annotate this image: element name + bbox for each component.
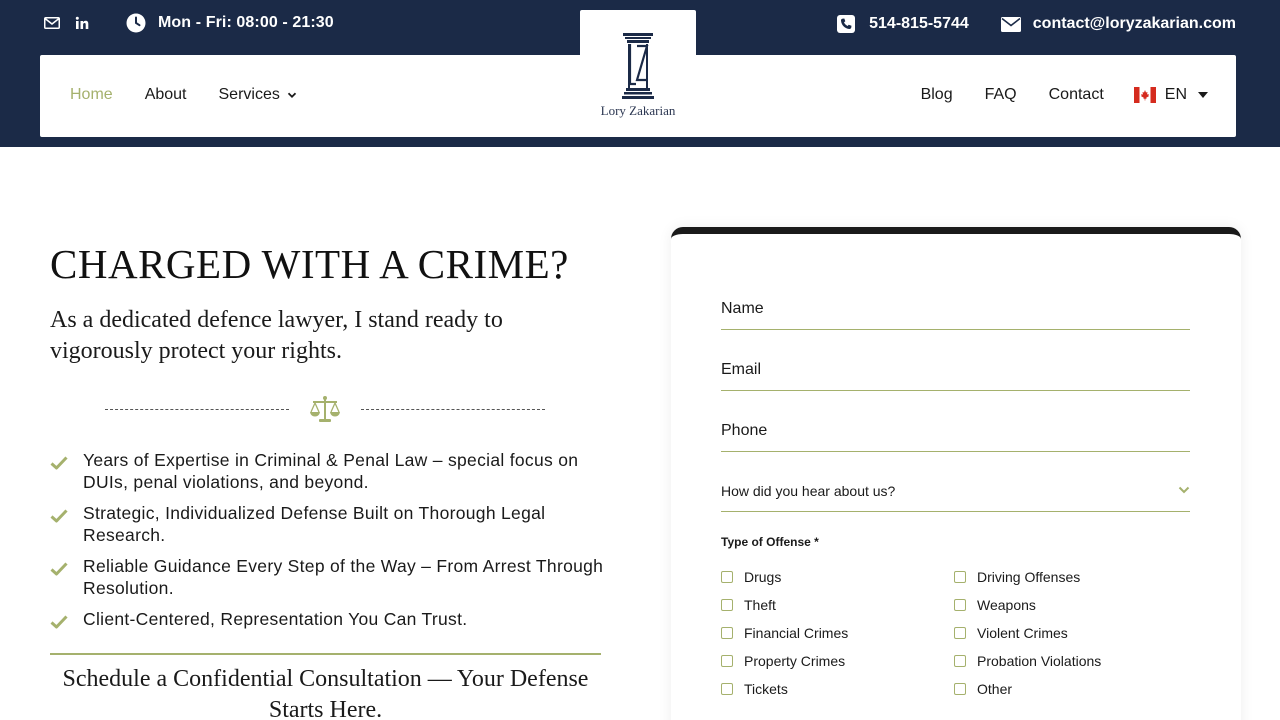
- list-item: Strategic, Individualized Defense Built …: [50, 503, 610, 546]
- checkbox-label: Drugs: [744, 569, 782, 585]
- phone-number[interactable]: 514-815-5744: [869, 15, 969, 33]
- divider-line-right: [361, 409, 545, 410]
- checkbox-probation-violations[interactable]: Probation Violations: [954, 653, 1101, 669]
- name-field-label: Name: [721, 300, 764, 317]
- features-list: Years of Expertise in Criminal & Penal L…: [50, 450, 610, 641]
- check-icon: [50, 562, 68, 576]
- list-item: Client-Centered, Representation You Can …: [50, 609, 610, 631]
- checkbox-label: Driving Offenses: [977, 569, 1081, 585]
- checkbox-label: Financial Crimes: [744, 625, 849, 641]
- checkbox-property-crimes[interactable]: Property Crimes: [721, 653, 845, 669]
- list-item: Reliable Guidance Every Step of the Way …: [50, 556, 610, 599]
- phone-field[interactable]: Phone: [721, 422, 1190, 452]
- check-icon: [50, 456, 68, 470]
- list-item: Years of Expertise in Criminal & Penal L…: [50, 450, 610, 493]
- email-field-label: Email: [721, 361, 762, 378]
- email-field[interactable]: Email: [721, 361, 1190, 391]
- nav-right: Blog FAQ Contact EN: [889, 86, 1208, 104]
- checkbox-financial-crimes[interactable]: Financial Crimes: [721, 625, 848, 641]
- checkbox-box[interactable]: [954, 571, 966, 583]
- checkbox-box[interactable]: [721, 627, 733, 639]
- envelope-icon: [1000, 16, 1021, 32]
- nav-services-label: Services: [218, 86, 280, 103]
- checkbox-box[interactable]: [954, 655, 966, 667]
- logo-column-icon: [622, 33, 654, 99]
- checkbox-weapons[interactable]: Weapons: [954, 597, 1036, 613]
- name-field[interactable]: Name: [721, 300, 1190, 330]
- nav-home[interactable]: Home: [70, 86, 113, 104]
- canada-flag-icon[interactable]: [1133, 87, 1156, 103]
- checkbox-label: Theft: [744, 597, 776, 613]
- checkbox-label: Tickets: [744, 681, 788, 697]
- section-divider: [50, 653, 601, 655]
- offense-type-label: Type of Offense *: [721, 535, 819, 549]
- scales-of-justice-icon: [310, 396, 340, 422]
- chevron-down-icon: [287, 92, 296, 98]
- referral-source-placeholder: How did you hear about us?: [721, 483, 896, 499]
- topbar-left: Mon - Fri: 08:00 - 21:30: [44, 12, 334, 34]
- nav-services[interactable]: Services: [219, 86, 297, 104]
- caret-down-icon[interactable]: [1198, 92, 1208, 98]
- checkbox-other[interactable]: Other: [954, 681, 1012, 697]
- linkedin-icon[interactable]: [74, 15, 90, 31]
- divider-line-left: [105, 409, 289, 410]
- nav-contact[interactable]: Contact: [1049, 86, 1104, 104]
- cta-heading: Schedule a Confidential Consultation — Y…: [62, 666, 589, 720]
- checkbox-box[interactable]: [954, 627, 966, 639]
- checkbox-label: Weapons: [977, 597, 1036, 613]
- chevron-down-icon: [1178, 486, 1190, 494]
- feature-text: Reliable Guidance Every Step of the Way …: [83, 556, 604, 598]
- checkbox-box[interactable]: [721, 683, 733, 695]
- checkbox-drugs[interactable]: Drugs: [721, 569, 781, 585]
- nav-about[interactable]: About: [145, 86, 187, 104]
- checkbox-box[interactable]: [954, 599, 966, 611]
- mail-icon[interactable]: [44, 17, 60, 29]
- clock-icon: [126, 13, 146, 33]
- check-icon: [50, 509, 68, 523]
- checkbox-violent-crimes[interactable]: Violent Crimes: [954, 625, 1068, 641]
- nav-faq[interactable]: FAQ: [985, 86, 1017, 104]
- hero-subtitle: As a dedicated defence lawyer, I stand r…: [50, 307, 503, 364]
- logo-wordmark: Lory Zakarian: [600, 103, 676, 118]
- email-address[interactable]: contact@loryzakarian.com: [1033, 15, 1236, 33]
- checkbox-label: Violent Crimes: [977, 625, 1068, 641]
- language-selector[interactable]: EN: [1165, 86, 1187, 104]
- checkbox-tickets[interactable]: Tickets: [721, 681, 788, 697]
- site-logo[interactable]: Lory Zakarian: [580, 10, 696, 137]
- hero-title: CHARGED WITH A CRIME?: [50, 241, 569, 287]
- phone-icon: [837, 15, 856, 33]
- referral-source-select[interactable]: How did you hear about us?: [721, 482, 1190, 512]
- decorative-divider: [105, 395, 545, 425]
- checkbox-label: Other: [977, 681, 1013, 697]
- checkbox-theft[interactable]: Theft: [721, 597, 776, 613]
- checkbox-driving-offenses[interactable]: Driving Offenses: [954, 569, 1080, 585]
- phone-field-label: Phone: [721, 422, 768, 439]
- feature-text: Strategic, Individualized Defense Built …: [83, 503, 546, 545]
- checkbox-box[interactable]: [721, 655, 733, 667]
- feature-text: Years of Expertise in Criminal & Penal L…: [83, 450, 579, 492]
- site-header: Mon - Fri: 08:00 - 21:30 514-815-5744 co…: [0, 0, 1280, 147]
- nav-blog[interactable]: Blog: [921, 86, 953, 104]
- checkbox-label: Property Crimes: [744, 653, 846, 669]
- contact-form-card: Name Email Phone How did you hear about …: [671, 227, 1241, 720]
- check-icon: [50, 615, 68, 629]
- checkbox-box[interactable]: [954, 683, 966, 695]
- checkbox-label: Probation Violations: [977, 653, 1102, 669]
- checkbox-box[interactable]: [721, 599, 733, 611]
- nav-left: Home About Services: [70, 86, 329, 104]
- topbar-right: 514-815-5744 contact@loryzakarian.com: [837, 13, 1236, 35]
- feature-text: Client-Centered, Representation You Can …: [83, 609, 468, 629]
- checkbox-box[interactable]: [721, 571, 733, 583]
- business-hours: Mon - Fri: 08:00 - 21:30: [158, 14, 334, 31]
